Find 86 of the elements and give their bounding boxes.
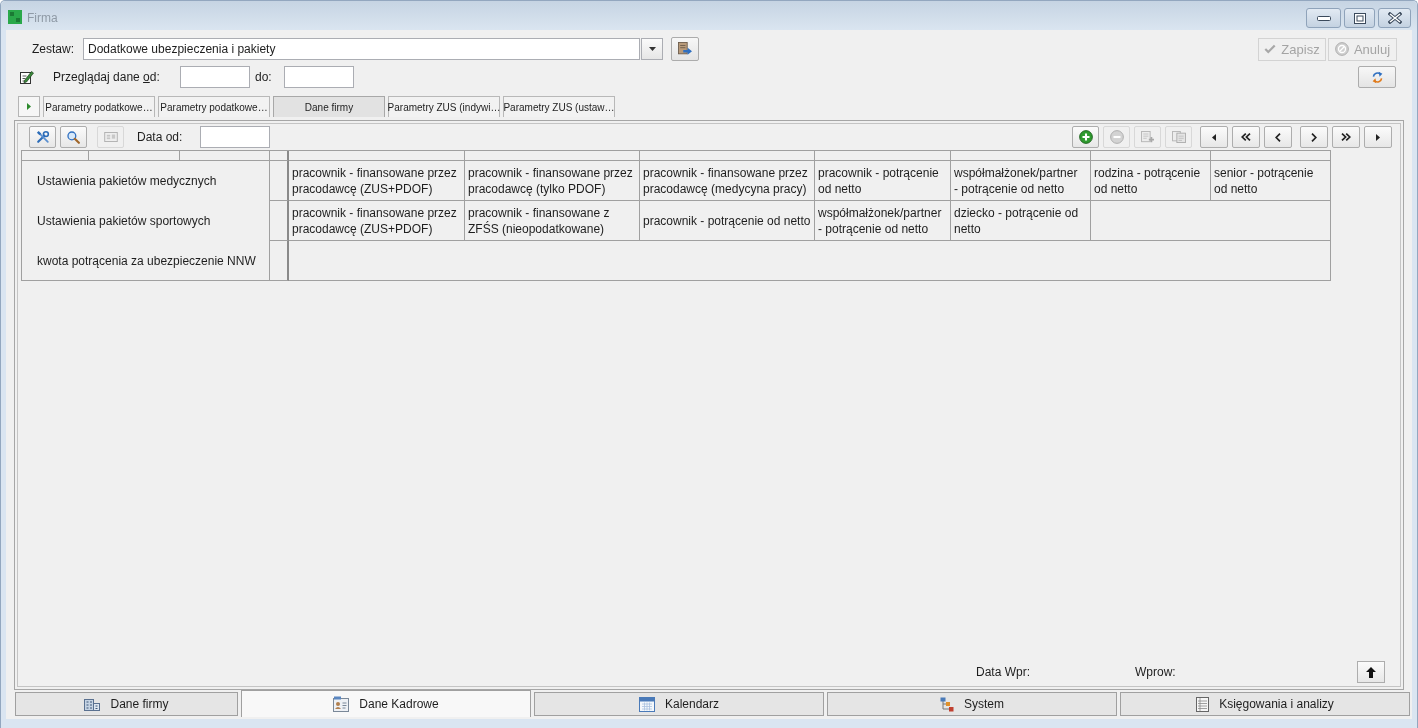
tab[interactable]: Parametry podatkowe… bbox=[158, 96, 270, 117]
check-icon bbox=[1264, 44, 1277, 54]
building-icon bbox=[84, 697, 101, 711]
table-cell: dziecko - potrącenie od netto bbox=[951, 201, 1091, 241]
prohibited-icon bbox=[1334, 42, 1349, 56]
ledger-icon bbox=[1196, 696, 1210, 712]
calendar-icon bbox=[638, 696, 655, 712]
minimize-button[interactable] bbox=[1306, 8, 1341, 28]
table-cell: pracownik - finansowane przez pracodawcę (ZUS+PDOF) bbox=[289, 161, 465, 201]
module-tab[interactable]: Dane firmy bbox=[15, 692, 238, 716]
table-cell: senior - potrącenie od netto bbox=[1211, 161, 1331, 201]
double-chevron-left-icon bbox=[1241, 133, 1251, 141]
set-action-button[interactable] bbox=[671, 37, 699, 61]
date-field[interactable] bbox=[200, 126, 270, 148]
refresh-icon bbox=[1370, 70, 1384, 84]
search-button[interactable] bbox=[60, 126, 87, 148]
row-header bbox=[270, 201, 289, 241]
minimize-icon bbox=[1316, 15, 1331, 21]
close-icon bbox=[1387, 12, 1402, 24]
entry-date-label: Data Wpr: bbox=[976, 665, 1031, 679]
document-plus-icon bbox=[1140, 131, 1155, 143]
page-forward-button[interactable] bbox=[1332, 126, 1360, 148]
row-label: Ustawienia pakietów sportowych bbox=[37, 214, 211, 228]
arrow-up-icon bbox=[1366, 666, 1376, 678]
pencil-note-icon bbox=[20, 70, 34, 84]
up-button[interactable] bbox=[1357, 661, 1385, 683]
maximize-button[interactable] bbox=[1344, 8, 1375, 28]
close-button[interactable] bbox=[1378, 8, 1411, 28]
row-label: Ustawienia pakietów medycznych bbox=[37, 174, 217, 188]
tools-icon bbox=[35, 130, 50, 144]
tab[interactable]: Parametry podatkowe… bbox=[43, 96, 155, 117]
documents-icon bbox=[1171, 131, 1186, 143]
chevron-left-icon bbox=[1275, 132, 1281, 142]
table-cell: pracownik - potrącenie od netto bbox=[640, 201, 815, 241]
date-from-field[interactable] bbox=[180, 66, 250, 88]
triangle-right-icon bbox=[1376, 133, 1380, 141]
tab[interactable]: Parametry ZUS (ustaw… bbox=[503, 96, 615, 117]
add-button[interactable] bbox=[1072, 126, 1099, 148]
last-button[interactable] bbox=[1364, 126, 1392, 148]
document-arrow-icon bbox=[678, 42, 692, 56]
app-icon bbox=[8, 10, 22, 24]
remove-icon bbox=[1109, 130, 1124, 144]
table-cell: pracownik - finansowane przez pracodawcę (medycyna pracy) bbox=[640, 161, 815, 201]
table-cell: współmałżonek/partner - potrącenie od netto bbox=[815, 201, 951, 241]
set-label: Zestaw: bbox=[32, 42, 75, 56]
row-label: kwota potrącenia za ubezpieczenie NNW bbox=[37, 253, 256, 268]
tools-button[interactable] bbox=[29, 126, 56, 148]
module-tab[interactable]: Kalendarz bbox=[534, 692, 824, 716]
date-to-field[interactable] bbox=[284, 66, 354, 88]
table-cell: współmałżonek/partner - potrącenie od netto bbox=[951, 161, 1091, 201]
chevron-right-icon bbox=[1311, 132, 1317, 142]
date-to-label: do: bbox=[255, 70, 273, 84]
double-chevron-right-icon bbox=[1341, 133, 1351, 141]
triangle-left-icon bbox=[1212, 133, 1216, 141]
maximize-icon bbox=[1353, 12, 1366, 24]
table-cell: pracownik - potrącenie od netto bbox=[815, 161, 951, 201]
refresh-button[interactable] bbox=[1358, 66, 1396, 88]
dropdown-button[interactable] bbox=[641, 38, 663, 60]
row-header bbox=[270, 241, 289, 281]
tab-scroll-button[interactable] bbox=[18, 96, 40, 117]
module-tab[interactable]: Księgowania i analizy bbox=[1120, 692, 1410, 716]
table-cell: pracownik - finansowane przez pracodawcę (tylko PDOF) bbox=[465, 161, 640, 201]
triangle-right-icon bbox=[27, 103, 31, 110]
previous-button[interactable] bbox=[1264, 126, 1292, 148]
diagram-icon bbox=[940, 696, 954, 712]
date-from-label: Przeglądaj dane od: bbox=[53, 70, 161, 84]
set-combo-field[interactable]: Dodatkowe ubezpieczenia i pakiety bbox=[83, 38, 640, 60]
tab[interactable]: Parametry ZUS (indywi… bbox=[388, 96, 500, 117]
first-button[interactable] bbox=[1200, 126, 1228, 148]
page-back-button[interactable] bbox=[1232, 126, 1260, 148]
date-label: Data od: bbox=[137, 130, 184, 144]
row-header bbox=[270, 161, 289, 201]
table-cell: pracownik - finansowane z ZFŚS (nieopodatkowane) bbox=[465, 201, 640, 241]
next-button[interactable] bbox=[1300, 126, 1328, 148]
module-tab[interactable]: Dane Kadrowe bbox=[241, 690, 531, 717]
add-icon bbox=[1078, 130, 1093, 144]
card-icon bbox=[103, 132, 118, 142]
entered-by-label: Wprow: bbox=[1135, 665, 1177, 679]
table-cell: pracownik - finansowane przez pracodawcę (ZUS+PDOF) bbox=[289, 201, 465, 241]
module-tab[interactable]: System bbox=[827, 692, 1117, 716]
window-title: Firma bbox=[27, 11, 58, 25]
search-icon bbox=[67, 130, 80, 144]
table-cell: rodzina - potrącenie od netto bbox=[1091, 161, 1211, 201]
caret-down-icon bbox=[648, 47, 656, 51]
id-card-icon bbox=[333, 696, 350, 712]
tab[interactable]: Dane firmy bbox=[273, 96, 385, 117]
